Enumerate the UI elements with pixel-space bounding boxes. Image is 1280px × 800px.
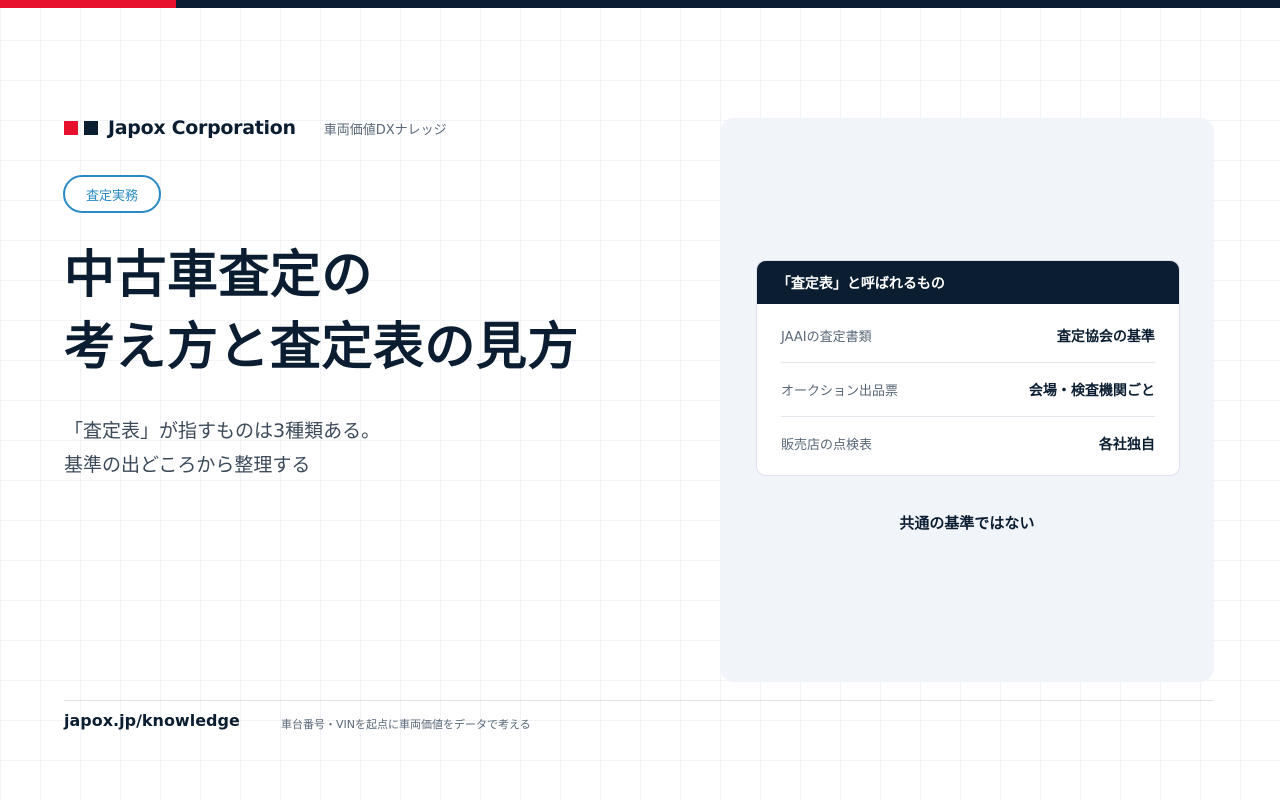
row-value: 各社独自 xyxy=(1099,436,1155,453)
brand-subtitle: 車両価値DXナレッジ xyxy=(323,122,447,138)
brand-header: Japox Corporation 車両価値DXナレッジ xyxy=(64,114,447,142)
page-title-line-1: 中古車査定の xyxy=(64,246,374,305)
card-row: 販売店の点検表 各社独自 xyxy=(781,417,1155,470)
info-panel: 「査定表」と呼ばれるもの JAAIの査定書類 査定協会の基準 オークション出品票… xyxy=(720,118,1214,682)
page-title-line-2: 考え方と査定表の見方 xyxy=(64,318,580,377)
card-row: JAAIの査定書類 査定協会の基準 xyxy=(781,309,1155,363)
card-row: オークション出品票 会場・検査機関ごと xyxy=(781,363,1155,417)
panel-note: 共通の基準ではない xyxy=(899,514,1035,532)
page-title: 中古車査定の 考え方と査定表の見方 xyxy=(64,240,579,384)
lead-text: 「査定表」が指すものは3種類ある。 基準の出どころから整理する xyxy=(64,414,380,482)
footer-tagline: 車台番号・VINを起点に車両価値をデータで考える xyxy=(281,718,531,731)
row-value: 会場・検査機関ごと xyxy=(1029,382,1155,399)
top-accent-bar xyxy=(0,0,1280,8)
logo-square-navy xyxy=(84,121,98,135)
lead-line-2: 基準の出どころから整理する xyxy=(64,454,311,476)
row-label: 販売店の点検表 xyxy=(781,438,873,453)
logo-square-red xyxy=(64,121,78,135)
top-accent-bar-red xyxy=(0,0,176,8)
assessment-sheet-card: 「査定表」と呼ばれるもの JAAIの査定書類 査定協会の基準 オークション出品票… xyxy=(756,260,1180,476)
brand-name: Japox Corporation xyxy=(108,117,296,139)
lead-line-1: 「査定表」が指すものは3種類ある。 xyxy=(64,420,381,442)
card-header: 「査定表」と呼ばれるもの xyxy=(757,261,1179,304)
category-tag: 査定実務 xyxy=(63,175,161,213)
row-label: オークション出品票 xyxy=(781,384,899,399)
footer-url: japox.jp/knowledge xyxy=(64,711,240,730)
row-value: 査定協会の基準 xyxy=(1057,328,1155,345)
logo-icon xyxy=(64,121,98,135)
footer-divider xyxy=(64,700,1214,701)
row-label: JAAIの査定書類 xyxy=(781,330,872,345)
card-body: JAAIの査定書類 査定協会の基準 オークション出品票 会場・検査機関ごと 販売… xyxy=(757,304,1179,475)
